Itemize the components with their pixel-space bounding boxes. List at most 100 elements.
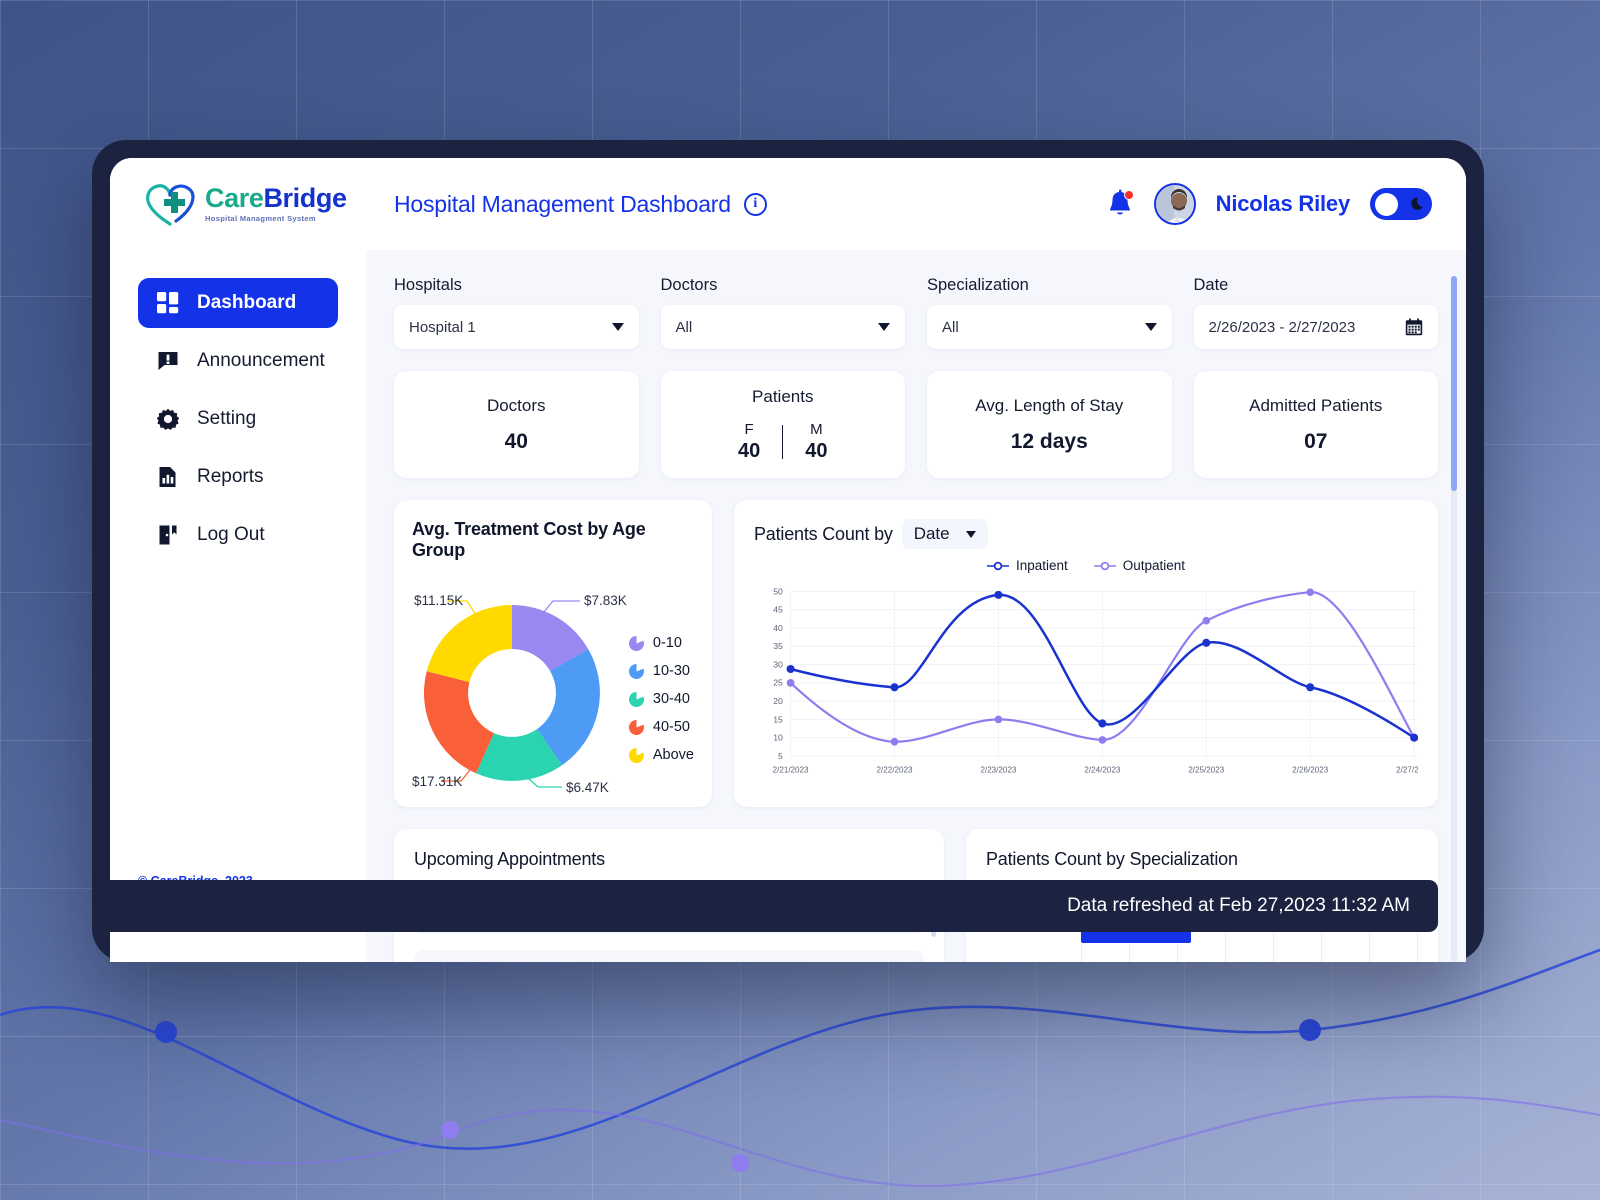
moon-icon: [1409, 195, 1427, 213]
group-by-select[interactable]: Date: [902, 519, 988, 549]
legend-label: 30-40: [653, 691, 690, 707]
kpi-female-value: 40: [738, 440, 760, 463]
charts-row: Avg. Treatment Cost by Age Group: [394, 500, 1438, 807]
pie-slice-icon: [629, 664, 644, 679]
brand-name-bridge: Bridge: [263, 183, 346, 213]
kpi-value: 12 days: [1011, 430, 1088, 454]
filter-hospitals: Hospitals Hospital 1: [394, 276, 639, 349]
donut-value-label-30-40: $6.47K: [566, 780, 609, 795]
card-title: Patients Count by Specialization: [986, 849, 1418, 870]
kpi-value: 07: [1304, 430, 1327, 454]
line-card-header: Patients Count by Date: [754, 519, 1418, 549]
notification-bell-icon[interactable]: [1106, 189, 1134, 219]
svg-text:2/26/2023: 2/26/2023: [1292, 765, 1328, 774]
legend-item[interactable]: 10-30: [629, 663, 694, 679]
legend-item-outpatient[interactable]: Outpatient: [1094, 558, 1185, 573]
svg-text:10: 10: [773, 733, 783, 743]
specialization-select[interactable]: All: [927, 305, 1172, 349]
notification-dot: [1124, 190, 1134, 200]
kpi-gender-split: F 40 M 40: [738, 421, 828, 463]
svg-text:2/21/2023: 2/21/2023: [773, 765, 809, 774]
kpi-female-label: F: [745, 421, 754, 438]
legend-item[interactable]: 0-10: [629, 635, 694, 651]
legend-item-inpatient[interactable]: Inpatient: [987, 558, 1068, 573]
user-area: Nicolas Riley: [1106, 183, 1466, 225]
sidebar-item-reports[interactable]: Reports: [138, 452, 338, 502]
sidebar-item-dashboard[interactable]: Dashboard: [138, 278, 338, 328]
hospitals-select-value: Hospital 1: [409, 319, 612, 336]
divider: [782, 425, 783, 459]
donut-chart: $7.83K $11.15K $17.31K $6.47K 0-10: [412, 565, 694, 820]
svg-text:2/27/2023: 2/27/2023: [1396, 765, 1418, 774]
kpi-patients: Patients F 40 M 40: [661, 371, 906, 478]
svg-text:2/24/2023: 2/24/2023: [1084, 765, 1120, 774]
grid-dashboard-icon: [156, 291, 180, 315]
pie-slice-icon: [629, 692, 644, 707]
kpi-male-value: 40: [805, 440, 827, 463]
main-content: Hospitals Hospital 1 Doctors All Special…: [366, 250, 1466, 962]
card-title: Patients Count by: [754, 524, 893, 545]
svg-text:45: 45: [773, 605, 783, 615]
info-icon[interactable]: i: [744, 193, 767, 216]
svg-text:15: 15: [773, 714, 783, 724]
toggle-knob: [1375, 193, 1398, 216]
treatment-cost-card: Avg. Treatment Cost by Age Group: [394, 500, 712, 807]
svg-text:2/22/2023: 2/22/2023: [877, 765, 913, 774]
avatar[interactable]: [1154, 183, 1196, 225]
filter-label: Date: [1194, 276, 1439, 295]
sidebar-item-label: Announcement: [197, 350, 325, 372]
brand-logo[interactable]: CareBridge Hospital Managment System: [110, 181, 366, 227]
doctors-select-value: All: [676, 319, 879, 336]
filter-date: Date 2/26/2023 - 2/27/2023: [1194, 276, 1439, 349]
top-bar: CareBridge Hospital Managment System Hos…: [110, 158, 1466, 250]
filter-bar: Hospitals Hospital 1 Doctors All Special…: [394, 276, 1438, 349]
theme-toggle[interactable]: [1370, 188, 1432, 220]
legend-item[interactable]: 40-50: [629, 719, 694, 735]
user-name[interactable]: Nicolas Riley: [1216, 191, 1350, 217]
gear-icon: [156, 407, 180, 431]
hospitals-select[interactable]: Hospital 1: [394, 305, 639, 349]
chevron-down-icon: [612, 323, 624, 331]
pie-slice-icon: [629, 748, 644, 763]
appointment-row[interactable]: [414, 950, 924, 962]
sidebar-item-label: Setting: [197, 408, 256, 430]
line-marker-icon: [1094, 561, 1116, 571]
svg-text:25: 25: [773, 678, 783, 688]
app-screen: CareBridge Hospital Managment System Hos…: [110, 158, 1466, 962]
legend-item[interactable]: 30-40: [629, 691, 694, 707]
app-body: Dashboard Announcement: [110, 250, 1466, 962]
filter-label: Doctors: [661, 276, 906, 295]
legend-item[interactable]: Above: [629, 747, 694, 763]
calendar-icon: [1405, 318, 1423, 336]
sidebar-item-label: Dashboard: [197, 292, 296, 314]
filter-specialization: Specialization All: [927, 276, 1172, 349]
line-marker-icon: [987, 561, 1009, 571]
pie-slice-icon: [629, 636, 644, 651]
date-range-picker[interactable]: 2/26/2023 - 2/27/2023: [1194, 305, 1439, 349]
brand-wordmark: CareBridge: [205, 185, 347, 212]
svg-text:2/23/2023: 2/23/2023: [980, 765, 1016, 774]
sidebar-item-logout[interactable]: Log Out: [138, 510, 338, 560]
svg-text:5: 5: [778, 751, 783, 761]
group-by-value: Date: [914, 524, 950, 544]
donut-value-label-above: $11.15K: [414, 593, 463, 608]
kpi-row: Doctors 40 Patients F 40 M 40: [394, 371, 1438, 478]
donut-value-label-40-50: $17.31K: [412, 774, 462, 789]
grid-horizontal: [791, 591, 1417, 756]
sidebar-item-setting[interactable]: Setting: [138, 394, 338, 444]
doctors-select[interactable]: All: [661, 305, 906, 349]
grid-vertical: [791, 591, 1415, 757]
filter-label: Hospitals: [394, 276, 639, 295]
filter-doctors: Doctors All: [661, 276, 906, 349]
toast-message: Data refreshed at Feb 27,2023 11:32 AM: [1067, 895, 1410, 917]
sidebar-item-label: Reports: [197, 466, 264, 488]
legend-label: Inpatient: [1016, 558, 1068, 573]
svg-text:20: 20: [773, 696, 783, 706]
date-range-value: 2/26/2023 - 2/27/2023: [1209, 319, 1406, 336]
y-axis-labels: 504540 353025 201510 5: [773, 586, 783, 761]
chevron-down-icon: [1145, 323, 1157, 331]
donut-legend: 0-10 10-30 30-40: [629, 635, 694, 763]
status-toast: Data refreshed at Feb 27,2023 11:32 AM: [110, 880, 1438, 932]
main-scroll-thumb[interactable]: [1451, 276, 1457, 491]
sidebar-item-announcement[interactable]: Announcement: [138, 336, 338, 386]
